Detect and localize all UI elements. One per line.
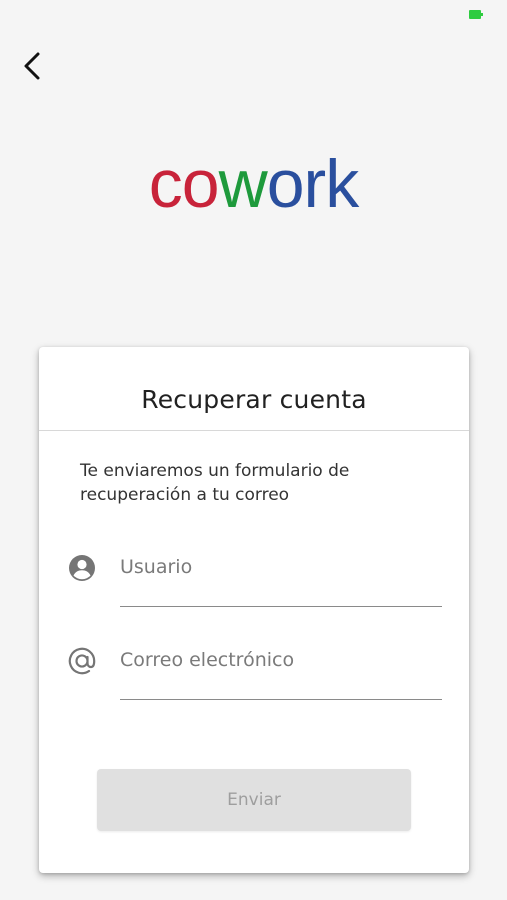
logo-letter: o (266, 146, 305, 222)
battery-icon (469, 10, 483, 19)
logo-letter: w (218, 146, 268, 222)
logo-letter: o (181, 146, 220, 222)
email-input[interactable] (120, 638, 442, 682)
chevron-left-icon (24, 52, 40, 80)
card-title: Recuperar cuenta (141, 385, 367, 414)
account-circle-icon (68, 554, 96, 582)
logo-letter: k (325, 146, 359, 222)
cowork-logo: cowork (0, 148, 507, 220)
divider (39, 430, 469, 431)
card-description: Te enviaremos un formulario de recuperac… (80, 461, 350, 505)
recover-account-screen: cowork Recuperar cuenta Te enviaremos un… (0, 0, 507, 900)
submit-button[interactable]: Enviar (97, 769, 411, 831)
at-sign-icon (68, 647, 96, 675)
back-button[interactable] (14, 48, 50, 84)
logo-letter: r (303, 146, 327, 222)
logo-letter: c (148, 146, 183, 222)
username-input[interactable] (120, 545, 442, 589)
status-bar (0, 0, 507, 28)
recover-card: Recuperar cuenta Te enviaremos un formul… (39, 347, 469, 873)
username-underline (120, 606, 442, 607)
email-underline (120, 699, 442, 700)
